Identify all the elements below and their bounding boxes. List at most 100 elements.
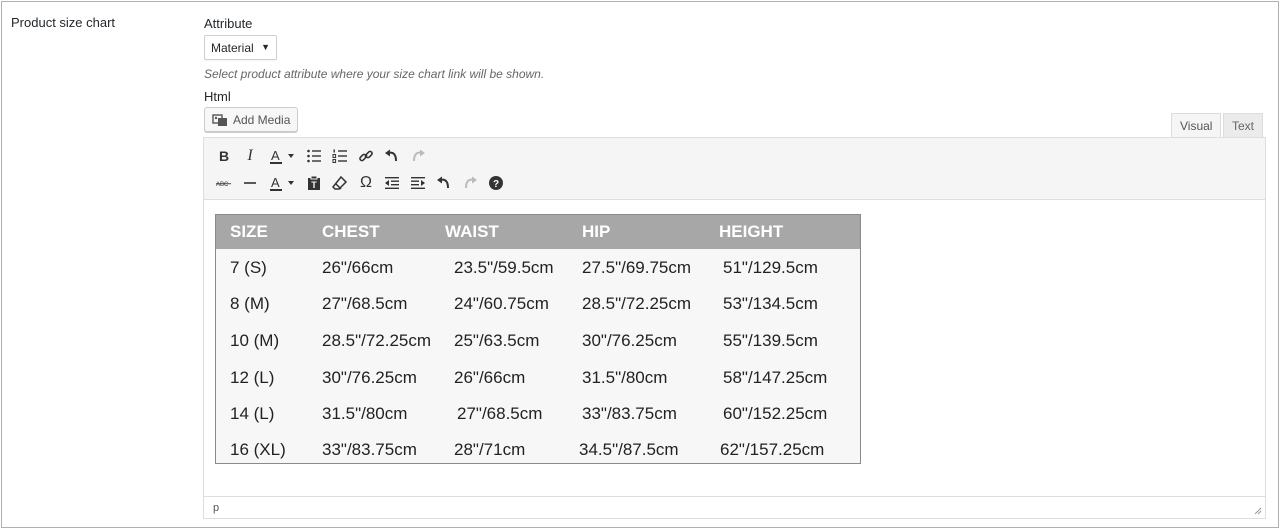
cell-height: 60"/152.25cm xyxy=(723,404,828,423)
outdent-button[interactable] xyxy=(380,171,404,195)
svg-text:?: ? xyxy=(493,179,499,190)
editor-content[interactable]: SIZE CHEST WAIST HIP HEIGHT 7 (S) 26"/66… xyxy=(204,200,1265,496)
undo-icon xyxy=(437,176,449,189)
text-color-icon: A xyxy=(270,148,294,164)
editor-toolbar: B I A ABC A T Ω ? xyxy=(204,138,1265,200)
cell-height: 51"/129.5cm xyxy=(723,258,818,277)
toolbar-row-2: ABC A T Ω ? xyxy=(212,171,510,195)
cell-size: 14 (L) xyxy=(230,404,275,423)
undo-button[interactable] xyxy=(380,144,404,168)
tab-visual[interactable]: Visual xyxy=(1171,113,1222,138)
media-icon xyxy=(212,113,227,126)
header-height: HEIGHT xyxy=(719,222,784,241)
undo-button-2[interactable] xyxy=(432,171,456,195)
bold-button[interactable]: B xyxy=(212,144,236,168)
table-row: 14 (L) 31.5"/80cm 27"/68.5cm 33"/83.75cm… xyxy=(216,396,860,432)
cell-size: 12 (L) xyxy=(230,368,275,387)
toolbar-row-1: B I A xyxy=(212,144,432,168)
table-row: 7 (S) 26"/66cm 23.5"/59.5cm 27.5"/69.75c… xyxy=(216,250,860,286)
cell-hip: 34.5"/87.5cm xyxy=(579,440,679,459)
background-color-button[interactable]: A xyxy=(264,171,300,195)
eraser-icon xyxy=(332,175,348,190)
horizontal-line-button[interactable] xyxy=(238,171,262,195)
attribute-label: Attribute xyxy=(204,16,253,31)
cell-height: 62"/157.25cm xyxy=(720,440,825,459)
italic-button[interactable]: I xyxy=(238,144,262,168)
redo-icon xyxy=(413,149,425,162)
cell-height: 58"/147.25cm xyxy=(723,368,828,387)
strikethrough-button[interactable]: ABC xyxy=(212,171,236,195)
undo-icon xyxy=(385,149,397,162)
cell-chest: 31.5"/80cm xyxy=(322,404,408,423)
tab-text[interactable]: Text xyxy=(1223,113,1264,138)
header-waist: WAIST xyxy=(445,222,499,241)
clipboard-icon: T xyxy=(308,175,320,190)
element-path[interactable]: p xyxy=(213,502,219,514)
numbered-list-button[interactable] xyxy=(328,144,352,168)
attribute-help-text: Select product attribute where your size… xyxy=(204,67,545,81)
html-editor: B I A ABC A T Ω ? SIZE CHEST WAIST HIP H… xyxy=(203,137,1266,519)
row-label: Product size chart xyxy=(11,15,116,30)
cell-waist: 28"/71cm xyxy=(454,440,526,459)
cell-hip: 27.5"/69.75cm xyxy=(582,258,692,277)
paste-text-button[interactable]: T xyxy=(302,171,326,195)
attribute-select[interactable]: Material ▼ xyxy=(204,35,277,60)
omega-icon: Ω xyxy=(360,174,372,191)
text-color-icon: A xyxy=(270,175,294,191)
numbered-list-icon xyxy=(332,149,347,163)
table-row: 12 (L) 30"/76.25cm 26"/66cm 31.5"/80cm 5… xyxy=(216,360,860,396)
help-button[interactable]: ? xyxy=(484,171,508,195)
cell-chest: 33"/83.75cm xyxy=(322,440,417,459)
svg-text:T: T xyxy=(311,180,317,190)
redo-button[interactable] xyxy=(406,144,430,168)
help-icon: ? xyxy=(489,176,503,190)
header-size: SIZE xyxy=(230,222,268,241)
table-row: 8 (M) 27"/68.5cm 24"/60.75cm 28.5"/72.25… xyxy=(216,286,860,322)
indent-button[interactable] xyxy=(406,171,430,195)
cell-height: 53"/134.5cm xyxy=(723,294,818,313)
cell-hip: 33"/83.75cm xyxy=(582,404,677,423)
clear-formatting-button[interactable] xyxy=(328,171,352,195)
cell-size: 8 (M) xyxy=(230,294,270,313)
resize-handle-icon[interactable] xyxy=(1252,505,1262,515)
outdent-icon xyxy=(385,177,399,189)
cell-chest: 26"/66cm xyxy=(322,258,394,277)
header-chest: CHEST xyxy=(322,222,380,241)
table-row: 10 (M) 28.5"/72.25cm 25"/63.5cm 30"/76.2… xyxy=(216,323,860,359)
attribute-select-value: Material xyxy=(211,40,254,55)
cell-hip: 30"/76.25cm xyxy=(582,331,677,350)
html-label: Html xyxy=(204,89,231,104)
table-row: 16 (XL) 33"/83.75cm 28"/71cm 34.5"/87.5c… xyxy=(216,432,860,468)
redo-button-2[interactable] xyxy=(458,171,482,195)
svg-text:ABC: ABC xyxy=(216,182,229,188)
cell-hip: 31.5"/80cm xyxy=(582,368,668,387)
size-chart-table: SIZE CHEST WAIST HIP HEIGHT 7 (S) 26"/66… xyxy=(215,214,861,464)
add-media-button[interactable]: Add Media xyxy=(204,107,298,132)
settings-panel: Product size chart Attribute Material ▼ … xyxy=(1,1,1279,528)
strikethrough-icon: ABC xyxy=(216,182,231,188)
cell-size: 10 (M) xyxy=(230,331,280,350)
cell-waist: 24"/60.75cm xyxy=(454,294,549,313)
bullet-list-button[interactable] xyxy=(302,144,326,168)
cell-waist: 27"/68.5cm xyxy=(457,404,543,423)
text-color-button[interactable]: A xyxy=(264,144,300,168)
insert-link-button[interactable] xyxy=(354,144,378,168)
cell-size: 16 (XL) xyxy=(230,440,286,459)
table-header: SIZE CHEST WAIST HIP HEIGHT xyxy=(216,215,860,249)
header-hip: HIP xyxy=(582,222,611,241)
svg-text:A: A xyxy=(271,175,280,190)
cell-chest: 28.5"/72.25cm xyxy=(322,331,432,350)
editor-statusbar: p xyxy=(204,496,1265,518)
cell-chest: 27"/68.5cm xyxy=(322,294,408,313)
horizontal-line-icon xyxy=(244,182,256,184)
cell-waist: 25"/63.5cm xyxy=(454,331,540,350)
cell-hip: 28.5"/72.25cm xyxy=(582,294,692,313)
bullet-list-icon xyxy=(307,149,321,163)
add-media-label: Add Media xyxy=(233,112,291,127)
link-icon xyxy=(359,150,373,162)
special-character-button[interactable]: Ω xyxy=(354,171,378,195)
cell-chest: 30"/76.25cm xyxy=(322,368,417,387)
redo-icon xyxy=(465,176,477,189)
cell-waist: 23.5"/59.5cm xyxy=(454,258,554,277)
svg-text:A: A xyxy=(271,148,280,163)
